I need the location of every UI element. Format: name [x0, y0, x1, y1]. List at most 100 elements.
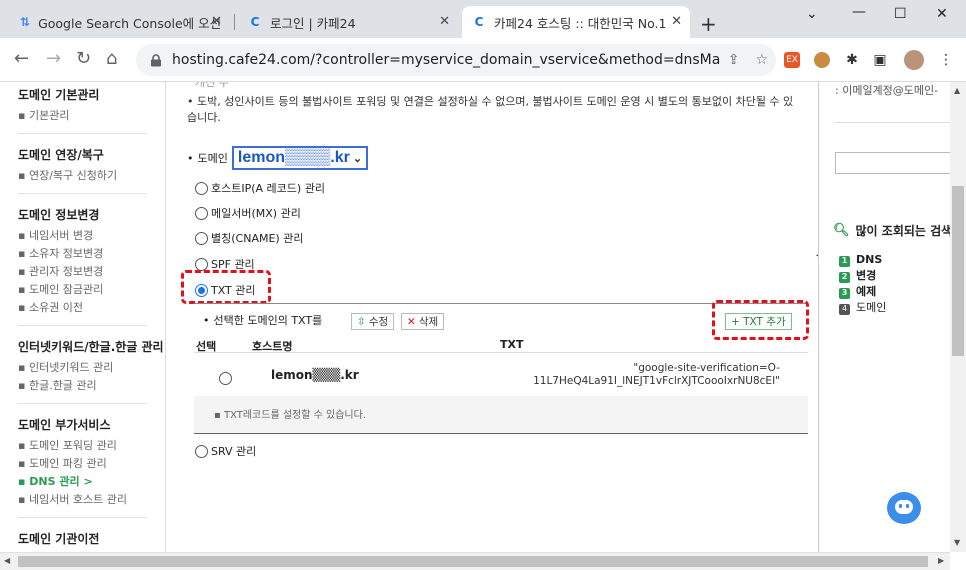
horizontal-scrollbar[interactable]: ◀ ▶ — [0, 552, 950, 570]
popular-item[interactable]: 4 도메인 — [839, 300, 886, 316]
option-mx[interactable]: 메일서버(MX) 관리 — [195, 205, 301, 221]
domain-row: • 도메인 lemon▒▒▒▒.kr ⌄ — [187, 146, 369, 170]
header-divider — [194, 352, 808, 353]
help-panel: : 이메일계정@도메인- 🔍︎ 많이 조회되는 검색 1 DNS 2 변경 3 예제 … — [818, 82, 950, 552]
scroll-thumb[interactable] — [952, 186, 964, 356]
popular-list: 1 DNS 2 변경 3 예제 4 도메인 — [839, 252, 886, 316]
forward-icon[interactable]: → — [46, 48, 61, 69]
row-txt: "google-site-verification=O- 11L7HeQ4La9… — [533, 362, 780, 387]
profile-avatar[interactable] — [904, 50, 924, 70]
tab-hosting[interactable]: C 카페24 호스팅 :: 대한민국 No.1 ✕ — [462, 6, 690, 38]
scroll-thumb-horizontal[interactable] — [18, 556, 928, 567]
sidebar-item[interactable]: ▪ 소유권 이전 — [18, 299, 165, 317]
maximize-button[interactable]: ☐ — [894, 6, 907, 22]
panel-bottom-divider — [194, 433, 808, 434]
sidebar-item[interactable]: ▪ 도메인 파킹 관리 — [18, 455, 165, 473]
tab-strip: ⇅ Google Search Console에 오신 ✕ C 로그인 | 카페… — [0, 0, 966, 38]
sidebar-item[interactable]: ▪ 기본관리 — [18, 107, 165, 125]
txt-panel-heading: • 선택한 도메인의 TXT를 — [203, 313, 323, 328]
domain-select[interactable]: lemon▒▒▒▒.kr ⌄ — [231, 146, 369, 170]
sidebar: 도메인 기본관리 ▪ 기본관리 도메인 연장/복구 ▪ 연장/복구 신청하기 도… — [0, 82, 166, 552]
delete-icon: ✕ — [407, 315, 416, 328]
url-text: hosting.cafe24.com/?controller=myservice… — [172, 52, 720, 68]
new-tab-button[interactable]: + — [700, 12, 717, 36]
tab-search-icon[interactable]: ⌄ — [806, 6, 818, 22]
row-host: lemon▒▒▒.kr — [271, 368, 359, 382]
popular-item[interactable]: 3 예제 — [839, 284, 886, 300]
clipped-text: 개선 수 — [195, 82, 229, 89]
back-icon[interactable]: ← — [14, 48, 29, 69]
radio-cname[interactable] — [195, 231, 208, 245]
sidebar-item[interactable]: ▪ 인터넷키워드 관리 — [18, 359, 165, 377]
close-icon[interactable]: ✕ — [671, 14, 682, 29]
tab-title: Google Search Console에 오신 — [38, 15, 222, 31]
close-window-button[interactable]: ✕ — [936, 6, 948, 22]
edit-button[interactable]: ⇳ 수정 — [351, 313, 395, 330]
extension-ex-icon[interactable]: EX — [784, 52, 800, 68]
tab-search-console[interactable]: ⇅ Google Search Console에 오신 ✕ — [10, 6, 230, 38]
menu-kebab-icon[interactable]: ⋮ — [938, 52, 954, 68]
email-hint: : 이메일계정@도메인- — [835, 84, 939, 97]
chatbot-icon[interactable] — [887, 492, 921, 524]
sidebar-section-title: 인터넷키워드/한글.한글 관리 — [18, 340, 164, 354]
close-icon[interactable]: ✕ — [439, 14, 450, 29]
lock-icon — [150, 53, 162, 67]
txt-footer-note: ▪ TXT레코드를 설정할 수 있습니다. — [194, 396, 808, 433]
scroll-up-icon[interactable]: ▲ — [954, 86, 960, 95]
sidebar-item[interactable]: ▪ 도메인 포워딩 관리 — [18, 437, 165, 455]
sidebar-section-title: 도메인 기관이전 — [18, 532, 100, 546]
sidebar-item[interactable]: ▪ 연장/복구 신청하기 — [18, 167, 165, 185]
sidebar-section: 도메인 기관이전 — [0, 530, 165, 547]
extensions-puzzle-icon[interactable]: ✱ — [844, 52, 860, 68]
radio-srv[interactable] — [195, 444, 208, 458]
tab-title: 카페24 호스팅 :: 대한민국 No.1 — [494, 15, 667, 31]
radio-a-record[interactable] — [195, 181, 208, 195]
cookie-icon[interactable] — [814, 52, 830, 68]
row-select-radio[interactable] — [219, 372, 232, 385]
table-row: lemon▒▒▒.kr "google-site-verification=O-… — [194, 362, 808, 396]
sidebar-section: 도메인 부가서비스 ▪ 도메인 포워딩 관리 ▪ 도메인 파킹 관리 ▪ DNS… — [0, 416, 165, 509]
sidebar-section: 도메인 기본관리 ▪ 기본관리 — [0, 86, 165, 125]
minimize-button[interactable]: — — [852, 4, 866, 20]
sidebar-item[interactable]: ▪ 네임서버 호스트 관리 — [18, 491, 165, 509]
sidebar-item[interactable]: ▪ 관리자 정보변경 — [18, 263, 165, 281]
sidebar-item[interactable]: ▪ 네임서버 변경 — [18, 227, 165, 245]
scroll-down-icon[interactable]: ▼ — [954, 538, 960, 547]
sidebar-item[interactable]: ▪ 한글.한글 관리 — [18, 377, 165, 395]
address-bar[interactable]: hosting.cafe24.com/?controller=myservice… — [136, 44, 776, 76]
highlight-box — [181, 270, 271, 304]
sidebar-item-dns[interactable]: ▪ DNS 관리 > — [18, 473, 165, 491]
sidebar-section-title: 도메인 부가서비스 — [18, 418, 111, 432]
vertical-scrollbar[interactable]: ▲ ▼ — [950, 82, 966, 552]
sidebar-item[interactable]: ▪ 도메인 잠금관리 — [18, 281, 165, 299]
popular-item[interactable]: 1 DNS — [839, 252, 886, 268]
search-console-icon: ⇅ — [20, 15, 31, 29]
scroll-right-icon[interactable]: ▶ — [938, 556, 944, 565]
popular-item[interactable]: 2 변경 — [839, 268, 886, 284]
side-panel-icon[interactable]: ▣ — [872, 52, 888, 68]
popular-search-title: 🔍︎ 많이 조회되는 검색 — [833, 223, 950, 238]
delete-button[interactable]: ✕ 삭제 — [401, 313, 445, 330]
dns-manager-content: 개선 수 • 도박, 성인사이트 등의 불법사이트 포워딩 및 연결은 설정하실… — [167, 82, 818, 552]
option-cname[interactable]: 별칭(CNAME) 관리 — [195, 230, 303, 246]
edit-icon: ⇳ — [357, 315, 366, 328]
tab-login[interactable]: C 로그인 | 카페24 ✕ — [238, 6, 458, 38]
scroll-left-icon[interactable]: ◀ — [4, 556, 10, 565]
sidebar-section-title: 도메인 기본관리 — [18, 88, 100, 102]
close-icon[interactable]: ✕ — [211, 14, 222, 29]
radio-spf[interactable] — [195, 257, 208, 271]
option-srv[interactable]: SRV 관리 — [195, 443, 256, 459]
reload-icon[interactable]: ↻ — [76, 48, 91, 69]
sidebar-item[interactable]: ▪ 소유자 정보변경 — [18, 245, 165, 263]
bookmark-star-icon[interactable]: ☆ — [755, 52, 768, 68]
home-icon[interactable]: ⌂ — [106, 48, 117, 69]
browser-toolbar: ← → ↻ ⌂ hosting.cafe24.com/?controller=m… — [0, 38, 966, 82]
share-icon[interactable]: ⇪ — [728, 52, 740, 68]
help-search-input[interactable] — [835, 152, 950, 174]
radio-mx[interactable] — [195, 206, 208, 220]
cafe24-icon: C — [474, 15, 484, 29]
sidebar-section: 인터넷키워드/한글.한글 관리 ▪ 인터넷키워드 관리 ▪ 한글.한글 관리 — [0, 338, 165, 395]
option-a-record[interactable]: 호스트IP(A 레코드) 관리 — [195, 180, 325, 196]
tab-title: 로그인 | 카페24 — [270, 15, 356, 31]
domain-label: 도메인 — [197, 152, 228, 165]
